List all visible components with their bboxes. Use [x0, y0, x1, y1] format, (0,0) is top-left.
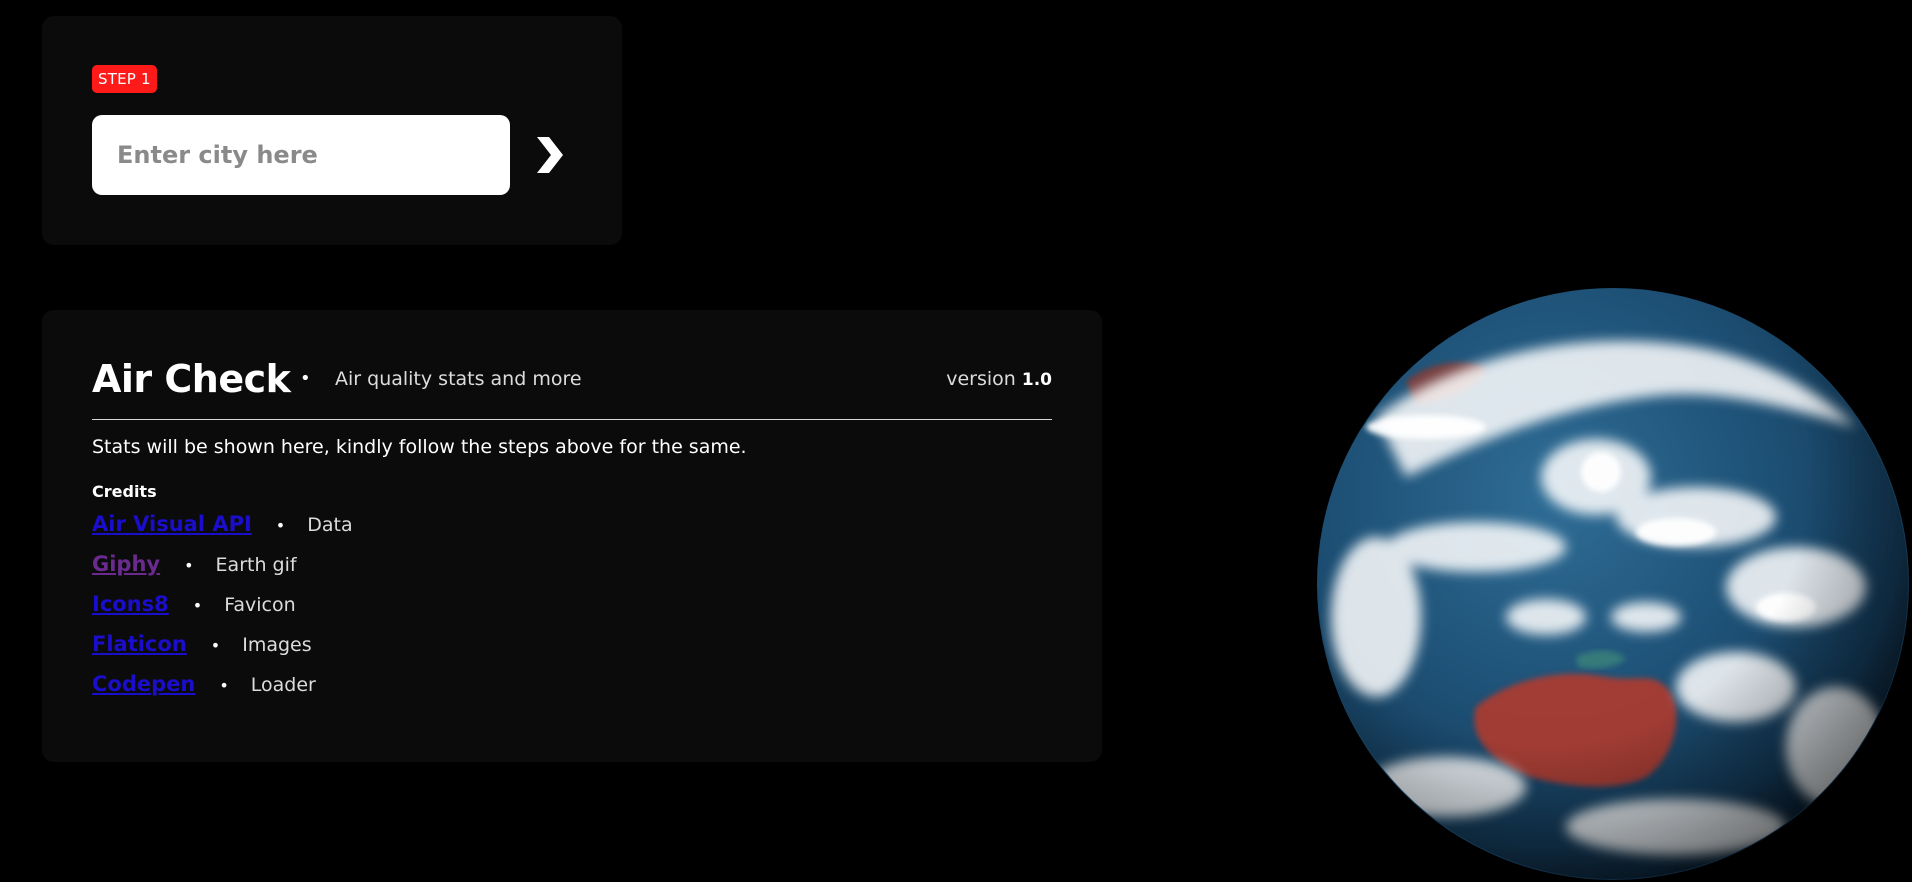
credit-desc: Images	[242, 634, 312, 656]
step-card: STEP 1	[42, 16, 622, 245]
page: STEP 1 Air Check • Air quality stats and…	[0, 0, 1912, 882]
credits-list: Air Visual API • Data Giphy • Earth gif Icon…	[92, 504, 353, 704]
credits-title: Credits	[92, 482, 157, 501]
credit-item-flaticon: Flaticon • Images	[92, 624, 353, 664]
credit-bullet: •	[192, 596, 203, 615]
version-text: version	[946, 368, 1016, 390]
credit-desc: Earth gif	[215, 554, 297, 576]
app-title: Air Check	[92, 357, 291, 401]
chevron-right-icon	[537, 137, 563, 173]
credit-link-codepen[interactable]: Codepen	[92, 672, 195, 696]
credit-link-giphy[interactable]: Giphy	[92, 552, 160, 576]
divider	[92, 419, 1052, 420]
version-label: version 1.0	[946, 354, 1052, 405]
credit-desc: Favicon	[224, 594, 296, 616]
credit-item-giphy: Giphy • Earth gif	[92, 544, 353, 584]
credit-link-flaticon[interactable]: Flaticon	[92, 632, 187, 656]
stats-message: Stats will be shown here, kindly follow …	[92, 436, 747, 458]
credit-link-icons8[interactable]: Icons8	[92, 592, 169, 616]
credit-desc: Data	[307, 514, 353, 536]
city-input[interactable]	[92, 115, 510, 195]
credit-bullet: •	[184, 556, 194, 575]
credit-item-icons8: Icons8 • Favicon	[92, 584, 353, 624]
credit-bullet: •	[210, 636, 221, 655]
version-number: 1.0	[1021, 370, 1052, 390]
credit-bullet: •	[275, 516, 286, 535]
header-row: Air Check • Air quality stats and more v…	[92, 354, 1052, 404]
credit-item-codepen: Codepen • Loader	[92, 664, 353, 704]
tagline: Air quality stats and more	[335, 368, 582, 390]
credit-item-air-visual-api: Air Visual API • Data	[92, 504, 353, 544]
submit-button[interactable]	[527, 131, 573, 179]
header-bullet: •	[300, 368, 311, 389]
step-badge: STEP 1	[92, 65, 157, 93]
credit-bullet: •	[219, 676, 229, 695]
earth-globe-image	[1317, 288, 1909, 880]
credit-link-air-visual-api[interactable]: Air Visual API	[92, 512, 252, 536]
credit-desc: Loader	[250, 674, 316, 696]
info-card: Air Check • Air quality stats and more v…	[42, 310, 1102, 762]
